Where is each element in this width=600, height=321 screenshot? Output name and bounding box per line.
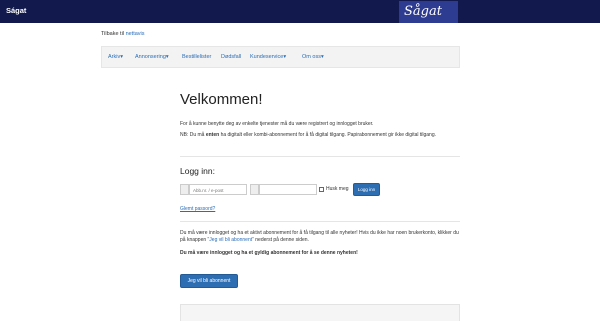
page-title: Velkommen! [180,91,263,108]
password-input[interactable] [259,184,317,195]
subscribe-button[interactable]: Jeg vil bli abonnent [180,274,238,288]
login-heading: Logg inn: [180,166,215,176]
subscription-warning: Du må være innlogget og ha et gyldig abo… [180,250,358,256]
user-icon [180,184,189,195]
divider [180,156,460,157]
nav-item-bestillelister[interactable]: Bestillelister [182,54,211,60]
forgot-password-link[interactable]: Glemt passord? [180,206,215,212]
site-name[interactable]: Ságat [6,6,26,15]
back-to-news: Tilbake til nettavis [101,31,145,37]
subscribe-inline-link[interactable]: "Jeg vil bli abonnent" [208,237,254,243]
lock-icon [250,184,259,195]
info-panel [180,304,460,321]
nav-item-dodsfall[interactable]: Dødsfall [221,54,241,60]
note-text: NB: Du må enten ha digitalt eller kombi-… [180,132,436,138]
site-logo[interactable]: Sågat [399,1,458,23]
login-button[interactable]: Logg inn [353,183,380,196]
remember-me-checkbox[interactable] [319,187,324,192]
nav-item-annonsering[interactable]: Annonsering▾ [135,54,169,60]
intro-text: For å kunne benytte deg av enkelte tjene… [180,121,374,127]
back-link[interactable]: nettavis [126,31,145,37]
nav-item-arkiv[interactable]: Arkiv▾ [108,54,123,60]
remember-me-label: Husk meg [326,186,349,192]
back-prefix: Tilbake til [101,31,125,37]
subscription-info: Du må være innlogget og ha et aktivt abo… [180,230,459,243]
top-bar: Ságat Sågat [0,0,600,23]
main-nav: Arkiv▾ Annonsering▾ Bestillelister Dødsf… [101,46,460,68]
divider [180,221,460,222]
nav-item-kundeservice[interactable]: Kundeservice▾ [250,54,286,60]
username-input[interactable]: Abb.nr. / e-post [189,184,247,195]
nav-item-om-oss[interactable]: Om oss▾ [302,54,324,60]
